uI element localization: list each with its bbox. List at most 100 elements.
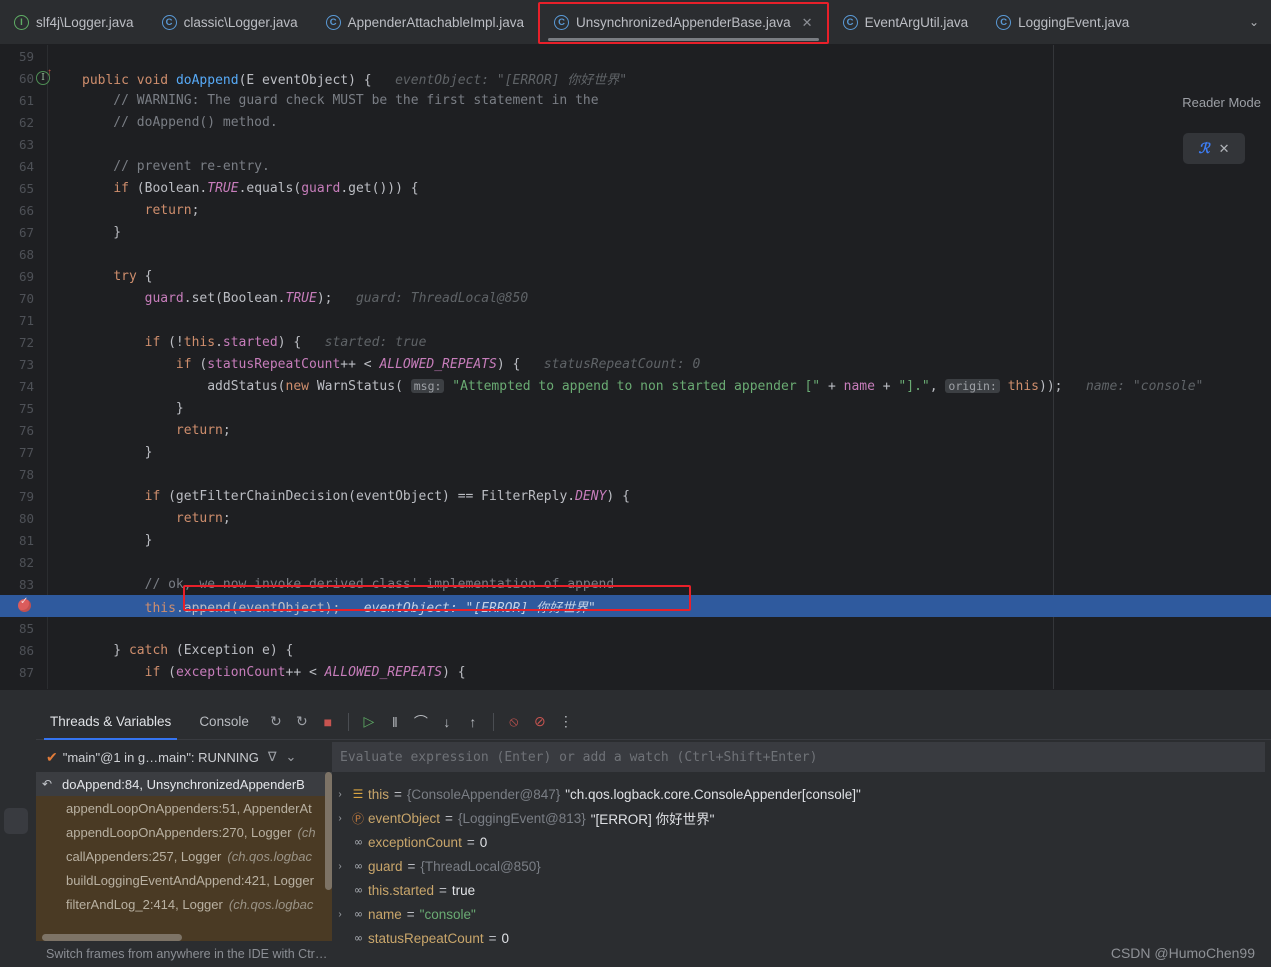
disable-breakpoints-icon[interactable]: ⊘: [527, 709, 553, 735]
code-token: }: [82, 400, 184, 416]
expand-chevron-icon[interactable]: ›: [332, 789, 348, 800]
resume-icon[interactable]: ▷: [356, 709, 382, 735]
step-into-icon[interactable]: ↓: [434, 709, 460, 735]
more-options-icon[interactable]: ⋮: [553, 709, 579, 735]
editor-tab-0[interactable]: Islf4j\Logger.java: [0, 0, 148, 44]
line-number: 78: [18, 466, 34, 482]
code-line[interactable]: 60 I ↑ public void doAppend(E eventObject) …: [0, 67, 1271, 89]
code-line[interactable]: 70 guard.set(Boolean.TRUE); guard: Threa…: [0, 287, 1271, 309]
code-line[interactable]: 66 return;: [0, 199, 1271, 221]
code-line[interactable]: 75 }: [0, 397, 1271, 419]
code-line[interactable]: 69 try {: [0, 265, 1271, 287]
variable-row[interactable]: › ∞ name = "console": [332, 902, 1271, 926]
editor-tab-5[interactable]: C LoggingEvent.java: [982, 0, 1143, 44]
frames-horizontal-scrollbar[interactable]: [42, 934, 182, 941]
frame-row[interactable]: buildLoggingEventAndAppend:421, Logger: [36, 868, 332, 892]
variable-reference: {ConsoleAppender@847}: [406, 786, 561, 802]
expand-chevron-icon[interactable]: ›: [332, 909, 348, 920]
step-over-icon[interactable]: ⌒: [408, 709, 434, 735]
rerun-icon[interactable]: ↻: [263, 709, 289, 735]
chevron-down-icon[interactable]: ⌄: [1237, 15, 1271, 29]
expand-chevron-icon[interactable]: ›: [332, 861, 348, 872]
code-line[interactable]: 64 // prevent re-entry.: [0, 155, 1271, 177]
code-text: }: [60, 225, 121, 240]
code-line[interactable]: 82: [0, 551, 1271, 573]
pause-icon[interactable]: ‖: [382, 709, 408, 735]
evaluate-expression-input[interactable]: Evaluate expression (Enter) or add a wat…: [332, 742, 1265, 772]
frame-row[interactable]: ↶ doAppend:84, UnsynchronizedAppenderB: [36, 772, 332, 796]
code-line[interactable]: 74 addStatus(new WarnStatus( msg: "Attem…: [0, 375, 1271, 397]
code-line[interactable]: 85: [0, 617, 1271, 639]
field-icon: ∞: [354, 883, 362, 897]
frame-package: (ch.qos.logbac: [227, 848, 312, 864]
frames-list[interactable]: ↶ doAppend:84, UnsynchronizedAppenderB app…: [36, 772, 332, 967]
toolbar-separator: [492, 712, 494, 731]
code-line[interactable]: 59: [0, 45, 1271, 67]
editor-tab-4[interactable]: C EventArgUtil.java: [829, 0, 983, 44]
stop-icon[interactable]: ■: [315, 709, 341, 735]
breakpoint-icon[interactable]: [18, 596, 31, 612]
editor-tab-2[interactable]: C AppenderAttachableImpl.java: [312, 0, 538, 44]
filter-icon[interactable]: ∇: [268, 749, 277, 765]
code-token: statusRepeatCount: 0: [520, 356, 701, 372]
parameter-hint-chip: origin:: [945, 378, 1000, 393]
variable-row[interactable]: ∞ exceptionCount = 0: [332, 830, 1271, 854]
code-line[interactable]: 78: [0, 463, 1271, 485]
code-line[interactable]: 79 if (getFilterChainDecision(eventObjec…: [0, 485, 1271, 507]
code-token: if: [144, 334, 161, 350]
code-line[interactable]: 80 return;: [0, 507, 1271, 529]
step-out-icon[interactable]: ↑: [460, 709, 486, 735]
code-line[interactable]: 67 }: [0, 221, 1271, 243]
frame-row[interactable]: filterAndLog_2:414, Logger (ch.qos.logba…: [36, 892, 332, 916]
thread-selector[interactable]: ✔ "main"@1 in g…main": RUNNING ∇ ⌄: [36, 742, 332, 772]
code-editor[interactable]: 59 60 I ↑ public void doAppend(E eventObject…: [0, 45, 1271, 689]
code-line[interactable]: 68: [0, 243, 1271, 265]
code-line[interactable]: 71: [0, 309, 1271, 331]
code-line[interactable]: 62 // doAppend() method.: [0, 111, 1271, 133]
variable-row[interactable]: › ☰ this = {ConsoleAppender@847} "ch.qos.logb…: [332, 782, 1271, 806]
code-token: ) {: [496, 356, 521, 372]
frame-row[interactable]: appendLoopOnAppenders:51, AppenderAt: [36, 796, 332, 820]
frame-label: buildLoggingEventAndAppend:421, Logger: [66, 872, 314, 888]
code-line[interactable]: 76 return;: [0, 419, 1271, 441]
class-icon: C: [554, 15, 570, 30]
frames-vertical-scrollbar[interactable]: [325, 772, 332, 890]
variables-panel[interactable]: › ☰ this = {ConsoleAppender@847} "ch.qos.logb…: [332, 772, 1271, 967]
rail-button[interactable]: [4, 808, 28, 834]
code-line[interactable]: 83 // ok, we now invoke derived class' i…: [0, 573, 1271, 595]
rerun-debug-icon[interactable]: ↻: [289, 709, 315, 735]
code-line[interactable]: 87 if (exceptionCount++ < ALLOWED_REPEAT…: [0, 661, 1271, 683]
variable-row[interactable]: › ⓅeventObject = {LoggingEvent@813} "[ERROR]…: [332, 806, 1271, 830]
variable-row[interactable]: › ∞ guard = {ThreadLocal@850}: [332, 854, 1271, 878]
debug-tab-1[interactable]: Console: [185, 704, 263, 740]
frame-row[interactable]: callAppenders:257, Logger (ch.qos.logbac: [36, 844, 332, 868]
code-line[interactable]: 73 if (statusRepeatCount++ < ALLOWED_REP…: [0, 353, 1271, 375]
debug-tab-0[interactable]: Threads & Variables: [36, 704, 185, 740]
code-line[interactable]: 61 // WARNING: The guard check MUST be t…: [0, 89, 1271, 111]
code-line[interactable]: 86 } catch (Exception e) {: [0, 639, 1271, 661]
variable-row[interactable]: ∞ this.started = true: [332, 878, 1271, 902]
editor-tab-3[interactable]: C UnsynchronizedAppenderBase.java ✕: [538, 1, 829, 44]
frame-row[interactable]: appendLoopOnAppenders:270, Logger (ch: [36, 820, 332, 844]
code-line[interactable]: 63: [0, 133, 1271, 155]
mute-breakpoints-icon[interactable]: ⦸: [501, 709, 527, 735]
editor-tab-1[interactable]: Cclassic\Logger.java: [148, 0, 312, 44]
reader-mode-icon[interactable]: ℛ: [1198, 140, 1209, 157]
expand-chevron-icon[interactable]: ›: [332, 813, 348, 824]
close-icon[interactable]: ✕: [802, 15, 813, 31]
code-line[interactable]: this.append(eventObject); eventObject: "…: [0, 595, 1271, 617]
code-line[interactable]: 81 }: [0, 529, 1271, 551]
code-line[interactable]: 65 if (Boolean.TRUE.equals(guard.get()))…: [0, 177, 1271, 199]
close-icon[interactable]: ✕: [1219, 141, 1230, 157]
code-token: .equals(: [238, 180, 302, 196]
code-token: void: [136, 72, 176, 88]
line-number: 74: [18, 378, 34, 394]
field-icon: ∞: [354, 931, 362, 945]
code-text: if (Boolean.TRUE.equals(guard.get())) {: [60, 180, 418, 196]
reader-mode-widget[interactable]: ℛ ✕: [1183, 133, 1245, 164]
code-line[interactable]: 72 if (!this.started) { started: true: [0, 331, 1271, 353]
code-line[interactable]: 77 }: [0, 441, 1271, 463]
line-number: 75: [18, 400, 34, 416]
chevron-down-icon[interactable]: ⌄: [286, 749, 297, 765]
